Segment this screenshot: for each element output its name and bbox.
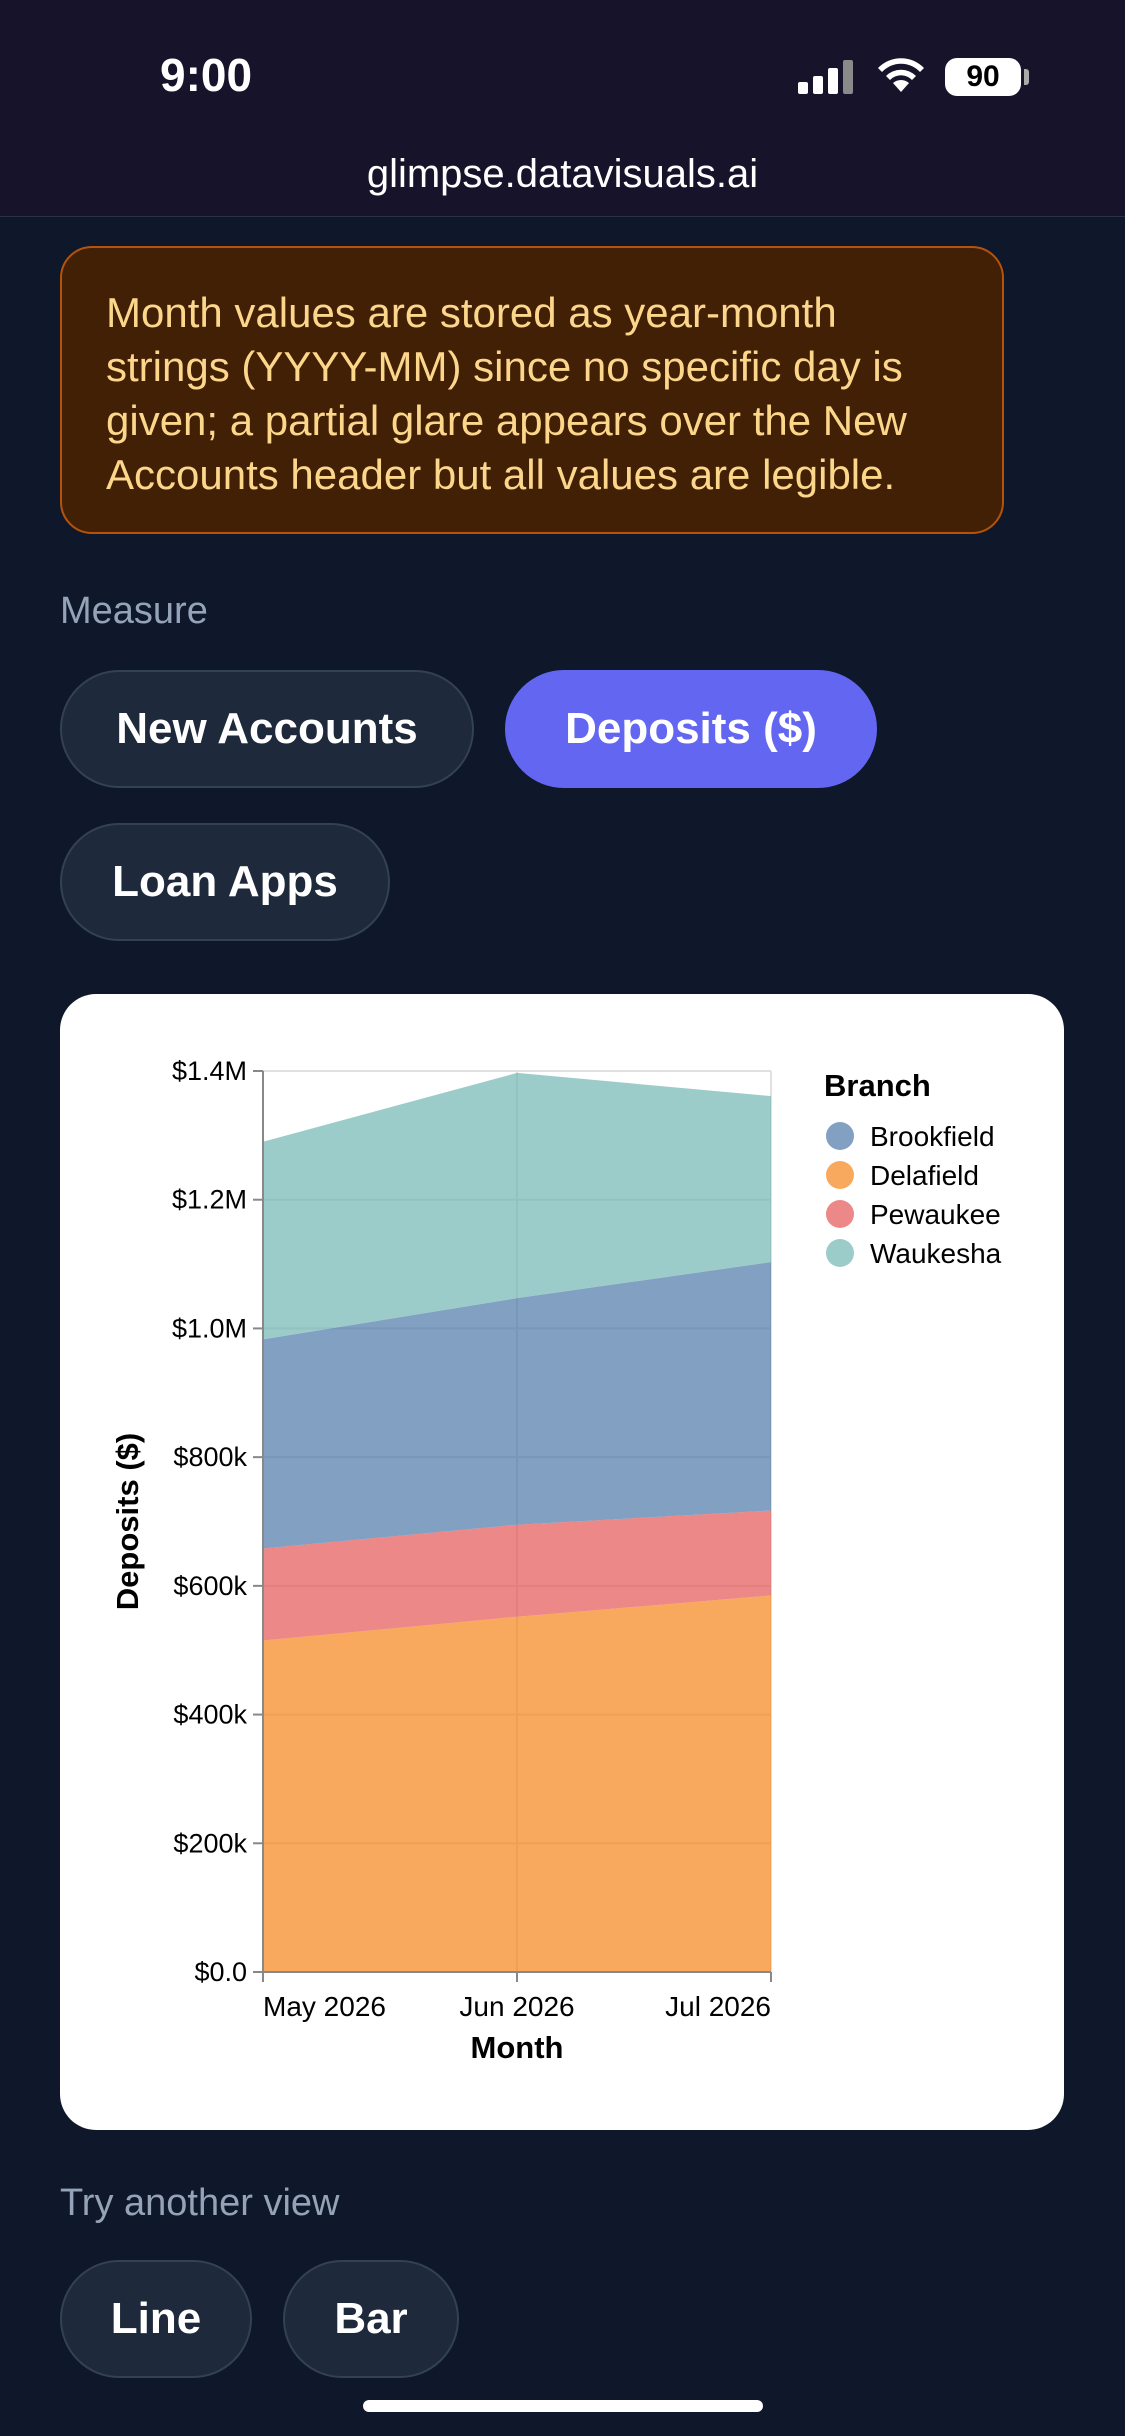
status-bar: 9:00 90 glimpse.datavisuals.ai bbox=[0, 0, 1125, 217]
legend-label: Pewaukee bbox=[870, 1199, 1001, 1230]
notice-banner: Month values are stored as year-month st… bbox=[60, 246, 1004, 534]
x-axis-title: Month bbox=[471, 2030, 564, 2065]
legend-swatch-pewaukee bbox=[826, 1200, 854, 1228]
battery-icon: 90 bbox=[945, 58, 1021, 96]
wifi-icon bbox=[878, 58, 924, 92]
chart-card: $0.0 $200k $400k $600k $800k $1.0M $1.2M $1.4M M… bbox=[60, 994, 1064, 2130]
y-axis-title: Deposits ($) bbox=[110, 1433, 145, 1610]
y-tick-label: $1.0M bbox=[172, 1313, 247, 1343]
cellular-signal-icon bbox=[798, 60, 854, 94]
other-views-label: Try another view bbox=[60, 2182, 340, 2224]
measure-deposits-button[interactable]: Deposits ($) bbox=[505, 670, 877, 788]
view-line-button[interactable]: Line bbox=[60, 2260, 252, 2378]
clock: 9:00 bbox=[160, 49, 253, 101]
legend-swatch-delafield bbox=[826, 1161, 854, 1189]
measure-new-accounts-button[interactable]: New Accounts bbox=[60, 670, 474, 788]
measure-label: Measure bbox=[60, 590, 208, 632]
x-tick-label: May 2026 bbox=[263, 1991, 386, 2022]
legend-label: Waukesha bbox=[870, 1238, 1002, 1269]
y-tick-label: $600k bbox=[173, 1571, 247, 1601]
x-tick-label: Jun 2026 bbox=[459, 1991, 574, 2022]
x-tick-label: Jul 2026 bbox=[665, 1991, 771, 2022]
view-bar-button[interactable]: Bar bbox=[283, 2260, 459, 2378]
y-tick-label: $1.2M bbox=[172, 1185, 247, 1215]
y-tick-label: $400k bbox=[173, 1700, 247, 1730]
y-tick-label: $1.4M bbox=[172, 1056, 247, 1086]
legend-swatch-waukesha bbox=[826, 1239, 854, 1267]
measure-loan-apps-button[interactable]: Loan Apps bbox=[60, 823, 390, 941]
y-tick-label: $0.0 bbox=[194, 1957, 247, 1987]
legend-label: Brookfield bbox=[870, 1121, 995, 1152]
home-indicator bbox=[363, 2400, 763, 2412]
legend-label: Delafield bbox=[870, 1160, 979, 1191]
address-bar-url[interactable]: glimpse.datavisuals.ai bbox=[0, 152, 1125, 197]
stacked-area-chart: $0.0 $200k $400k $600k $800k $1.0M $1.2M $1.4M M… bbox=[110, 1056, 1002, 2065]
y-tick-label: $800k bbox=[173, 1442, 247, 1472]
legend-swatch-brookfield bbox=[826, 1122, 854, 1150]
legend-title: Branch bbox=[824, 1068, 931, 1103]
battery-nub bbox=[1024, 69, 1029, 85]
y-tick-label: $200k bbox=[173, 1828, 247, 1858]
area-delafield bbox=[263, 1595, 771, 1972]
